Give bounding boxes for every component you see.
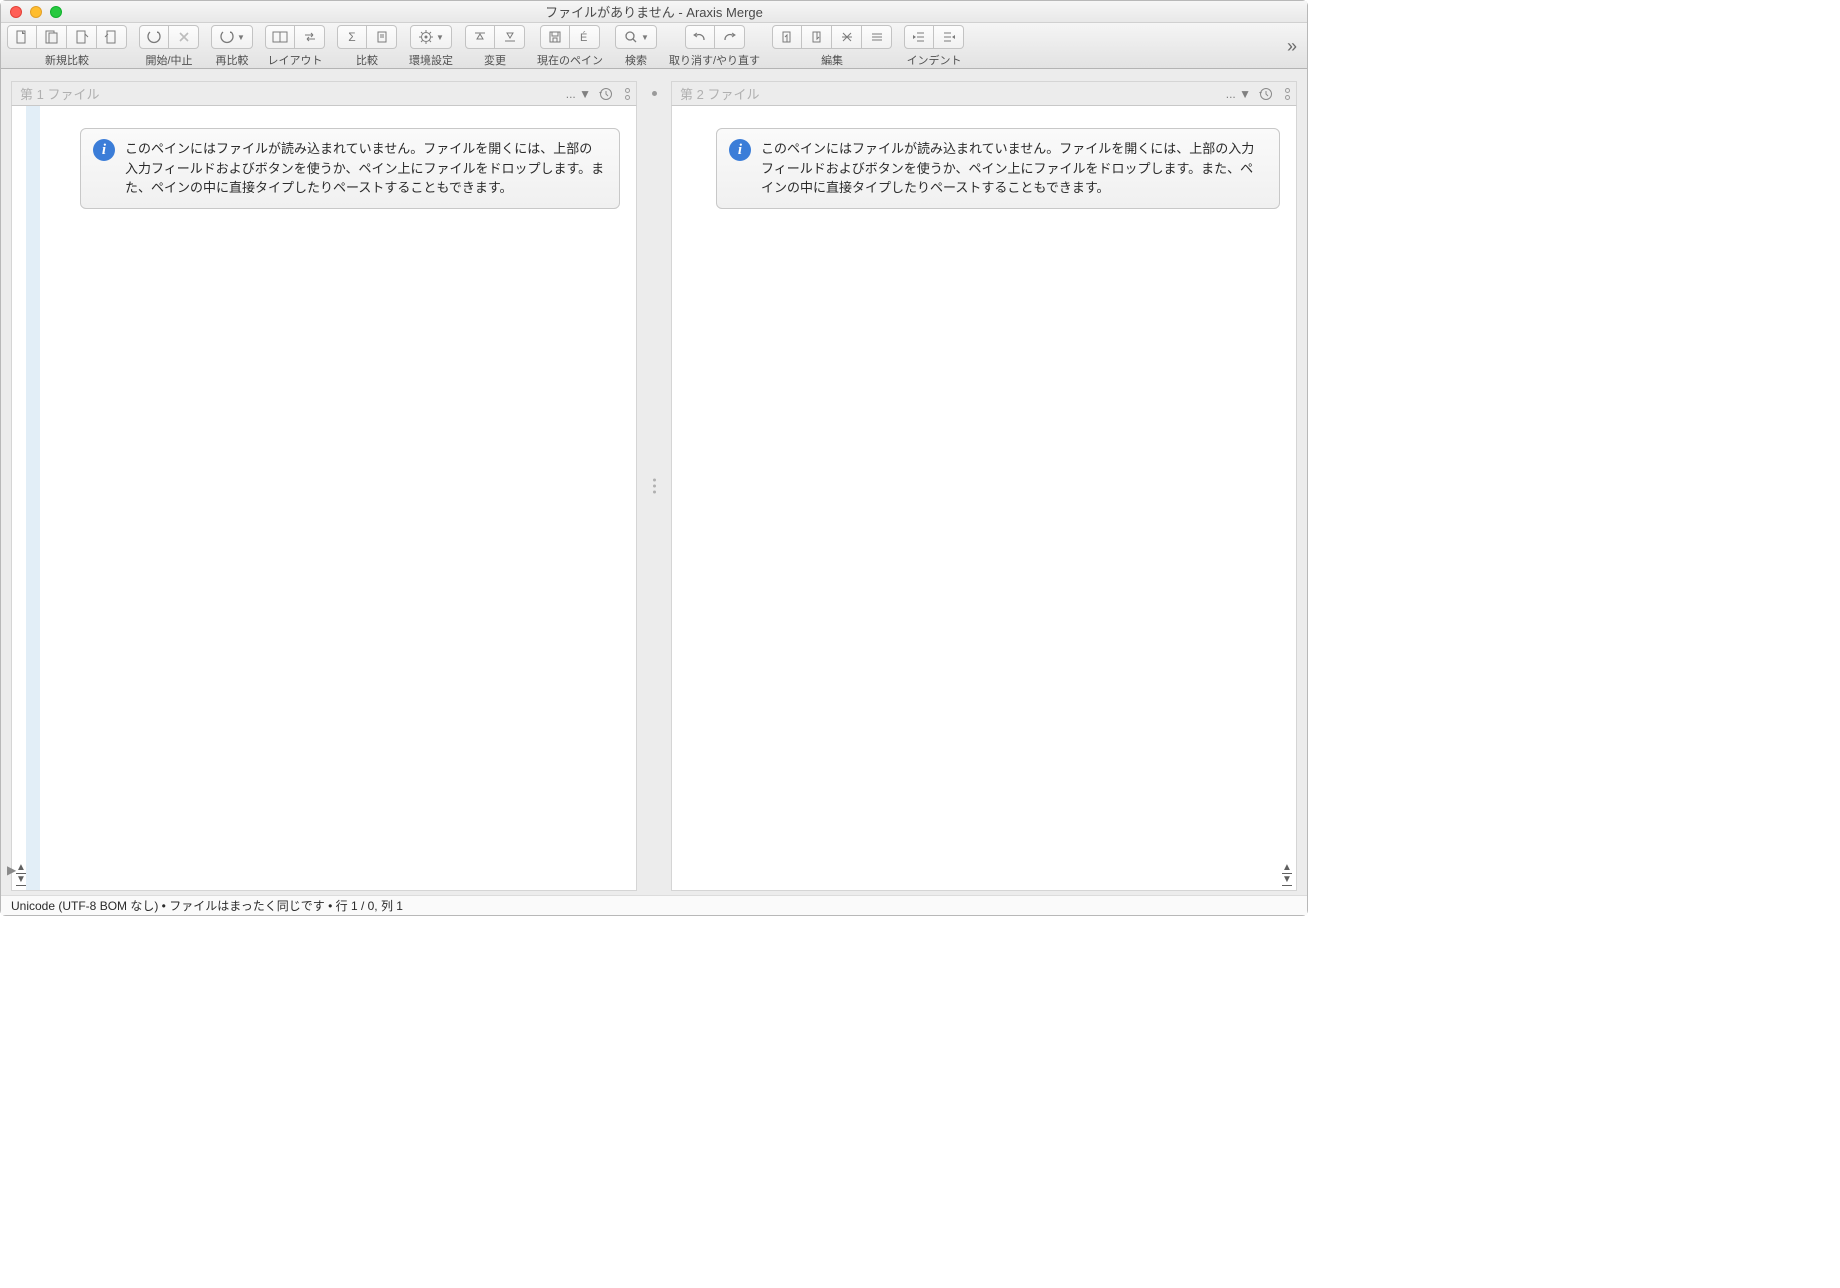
new-folder-compare-button[interactable]	[67, 25, 97, 49]
toolbar-label-undo-redo: 取り消す/やり直す	[669, 52, 760, 68]
next-change-button[interactable]	[495, 25, 525, 49]
play-icon[interactable]: ▶	[7, 863, 16, 877]
edit-4-button[interactable]	[862, 25, 892, 49]
statusbar-text: Unicode (UTF-8 BOM なし) • ファイルはまったく同じです •…	[11, 897, 403, 914]
pane-right-header: 第 2 ファイル ... ▼	[671, 81, 1297, 106]
pane-right-info-text: このペインにはファイルが読み込まれていません。ファイルを開くには、上部の入力フィ…	[761, 139, 1265, 198]
start-button[interactable]	[139, 25, 169, 49]
toolbar-label-start-stop: 開始/中止	[145, 52, 192, 68]
nav-up-icon[interactable]: ▲	[1282, 862, 1292, 873]
pane-left-markers-icon[interactable]	[625, 88, 630, 100]
compare-stats-button[interactable]: Σ	[337, 25, 367, 49]
toolbar-group-search: ▼ 検索	[615, 25, 657, 68]
pane-right-options-button[interactable]: ... ▼	[1226, 87, 1251, 101]
pane-right-file-label[interactable]: 第 2 ファイル	[680, 84, 1220, 103]
layout-horizontal-button[interactable]	[265, 25, 295, 49]
divider-top-dot-icon	[652, 91, 657, 96]
pane-left-overview-strip[interactable]	[26, 106, 40, 890]
layout-swap-button[interactable]	[295, 25, 325, 49]
pane-right: 第 2 ファイル ... ▼ i このペインにはファイルが読み込まれていません。…	[671, 81, 1297, 891]
titlebar: ファイルがありません - Araxis Merge	[1, 1, 1307, 23]
search-button[interactable]: ▼	[615, 25, 657, 49]
toolbar-group-preferences: ▼ 環境設定	[409, 25, 453, 68]
toolbar-label-layout: レイアウト	[268, 52, 323, 68]
prev-change-button[interactable]	[465, 25, 495, 49]
toolbar-group-start-stop: 開始/中止	[139, 25, 199, 68]
stop-button[interactable]	[169, 25, 199, 49]
pane-divider[interactable]	[637, 81, 671, 891]
pane-right-editor[interactable]: i このペインにはファイルが読み込まれていません。ファイルを開くには、上部の入力…	[686, 106, 1296, 890]
pane-left-options-button[interactable]: ... ▼	[566, 87, 591, 101]
toolbar-label-edit: 編集	[821, 52, 843, 68]
save-button[interactable]	[540, 25, 570, 49]
pane-right-gutter	[672, 106, 686, 890]
toolbar-group-recompare: ▼ 再比較	[211, 25, 253, 68]
nav-down-icon[interactable]: ▼	[16, 874, 26, 885]
pane-left-header: 第 1 ファイル ... ▼	[11, 81, 637, 106]
history-icon[interactable]	[1257, 85, 1275, 103]
svg-text:Σ: Σ	[348, 30, 355, 44]
toolbar-group-current-pane: É 現在のペイン	[537, 25, 603, 68]
preferences-button[interactable]: ▼	[410, 25, 452, 49]
edit-pane-button[interactable]: É	[570, 25, 600, 49]
toolbar-label-new-compare: 新規比較	[45, 52, 89, 68]
toolbar-group-layout: レイアウト	[265, 25, 325, 68]
toolbar-label-current-pane: 現在のペイン	[537, 52, 603, 68]
toolbar-group-undo-redo: 取り消す/やり直す	[669, 25, 760, 68]
pane-right-body[interactable]: i このペインにはファイルが読み込まれていません。ファイルを開くには、上部の入力…	[671, 106, 1297, 891]
toolbar-label-recompare: 再比較	[216, 52, 249, 68]
edit-1-button[interactable]	[772, 25, 802, 49]
pane-right-info-box: i このペインにはファイルが読み込まれていません。ファイルを開くには、上部の入力…	[716, 128, 1280, 209]
new-text-compare-2-button[interactable]	[37, 25, 67, 49]
toolbar-group-changes: 変更	[465, 25, 525, 68]
statusbar: Unicode (UTF-8 BOM なし) • ファイルはまったく同じです •…	[1, 895, 1307, 915]
toolbar: 新規比較 開始/中止 ▼ 再比較	[1, 23, 1307, 69]
redo-button[interactable]	[715, 25, 745, 49]
indent-button[interactable]	[934, 25, 964, 49]
toolbar-overflow-icon[interactable]: »	[1283, 36, 1301, 57]
toolbar-group-compare: Σ 比較	[337, 25, 397, 68]
toolbar-label-search: 検索	[625, 52, 647, 68]
nav-down-icon[interactable]: ▼	[1282, 874, 1292, 885]
main-area: 第 1 ファイル ... ▼ i このペインにはファイルが読み込まれていません。…	[1, 69, 1307, 895]
compare-report-button[interactable]	[367, 25, 397, 49]
recompare-button[interactable]: ▼	[211, 25, 253, 49]
undo-button[interactable]	[685, 25, 715, 49]
pane-left-file-label[interactable]: 第 1 ファイル	[20, 84, 560, 103]
toolbar-group-edit: 編集	[772, 25, 892, 68]
toolbar-label-indent: インデント	[907, 52, 962, 68]
pane-right-nav-arrows[interactable]: ▲ ▼	[1280, 862, 1294, 886]
pane-left-body[interactable]: i このペインにはファイルが読み込まれていません。ファイルを開くには、上部の入力…	[11, 106, 637, 891]
outdent-button[interactable]	[904, 25, 934, 49]
toolbar-label-compare: 比較	[356, 52, 378, 68]
svg-text:É: É	[580, 31, 587, 44]
info-icon: i	[729, 139, 751, 161]
pane-left: 第 1 ファイル ... ▼ i このペインにはファイルが読み込まれていません。…	[11, 81, 637, 891]
toolbar-label-changes: 変更	[484, 52, 506, 68]
nav-up-icon[interactable]: ▲	[16, 862, 26, 873]
pane-left-info-text: このペインにはファイルが読み込まれていません。ファイルを開くには、上部の入力フィ…	[125, 139, 605, 198]
toolbar-group-indent: インデント	[904, 25, 964, 68]
window-title: ファイルがありません - Araxis Merge	[1, 2, 1307, 21]
new-folder-compare-2-button[interactable]	[97, 25, 127, 49]
toolbar-group-new-compare: 新規比較	[7, 25, 127, 68]
pane-right-markers-icon[interactable]	[1285, 88, 1290, 100]
info-icon: i	[93, 139, 115, 161]
pane-left-gutter	[12, 106, 26, 890]
new-text-compare-button[interactable]	[7, 25, 37, 49]
history-icon[interactable]	[597, 85, 615, 103]
pane-left-info-box: i このペインにはファイルが読み込まれていません。ファイルを開くには、上部の入力…	[80, 128, 620, 209]
divider-handle-icon[interactable]	[653, 479, 656, 494]
toolbar-label-preferences: 環境設定	[409, 52, 453, 68]
edit-2-button[interactable]	[802, 25, 832, 49]
pane-left-editor[interactable]: i このペインにはファイルが読み込まれていません。ファイルを開くには、上部の入力…	[40, 106, 636, 890]
edit-3-button[interactable]	[832, 25, 862, 49]
